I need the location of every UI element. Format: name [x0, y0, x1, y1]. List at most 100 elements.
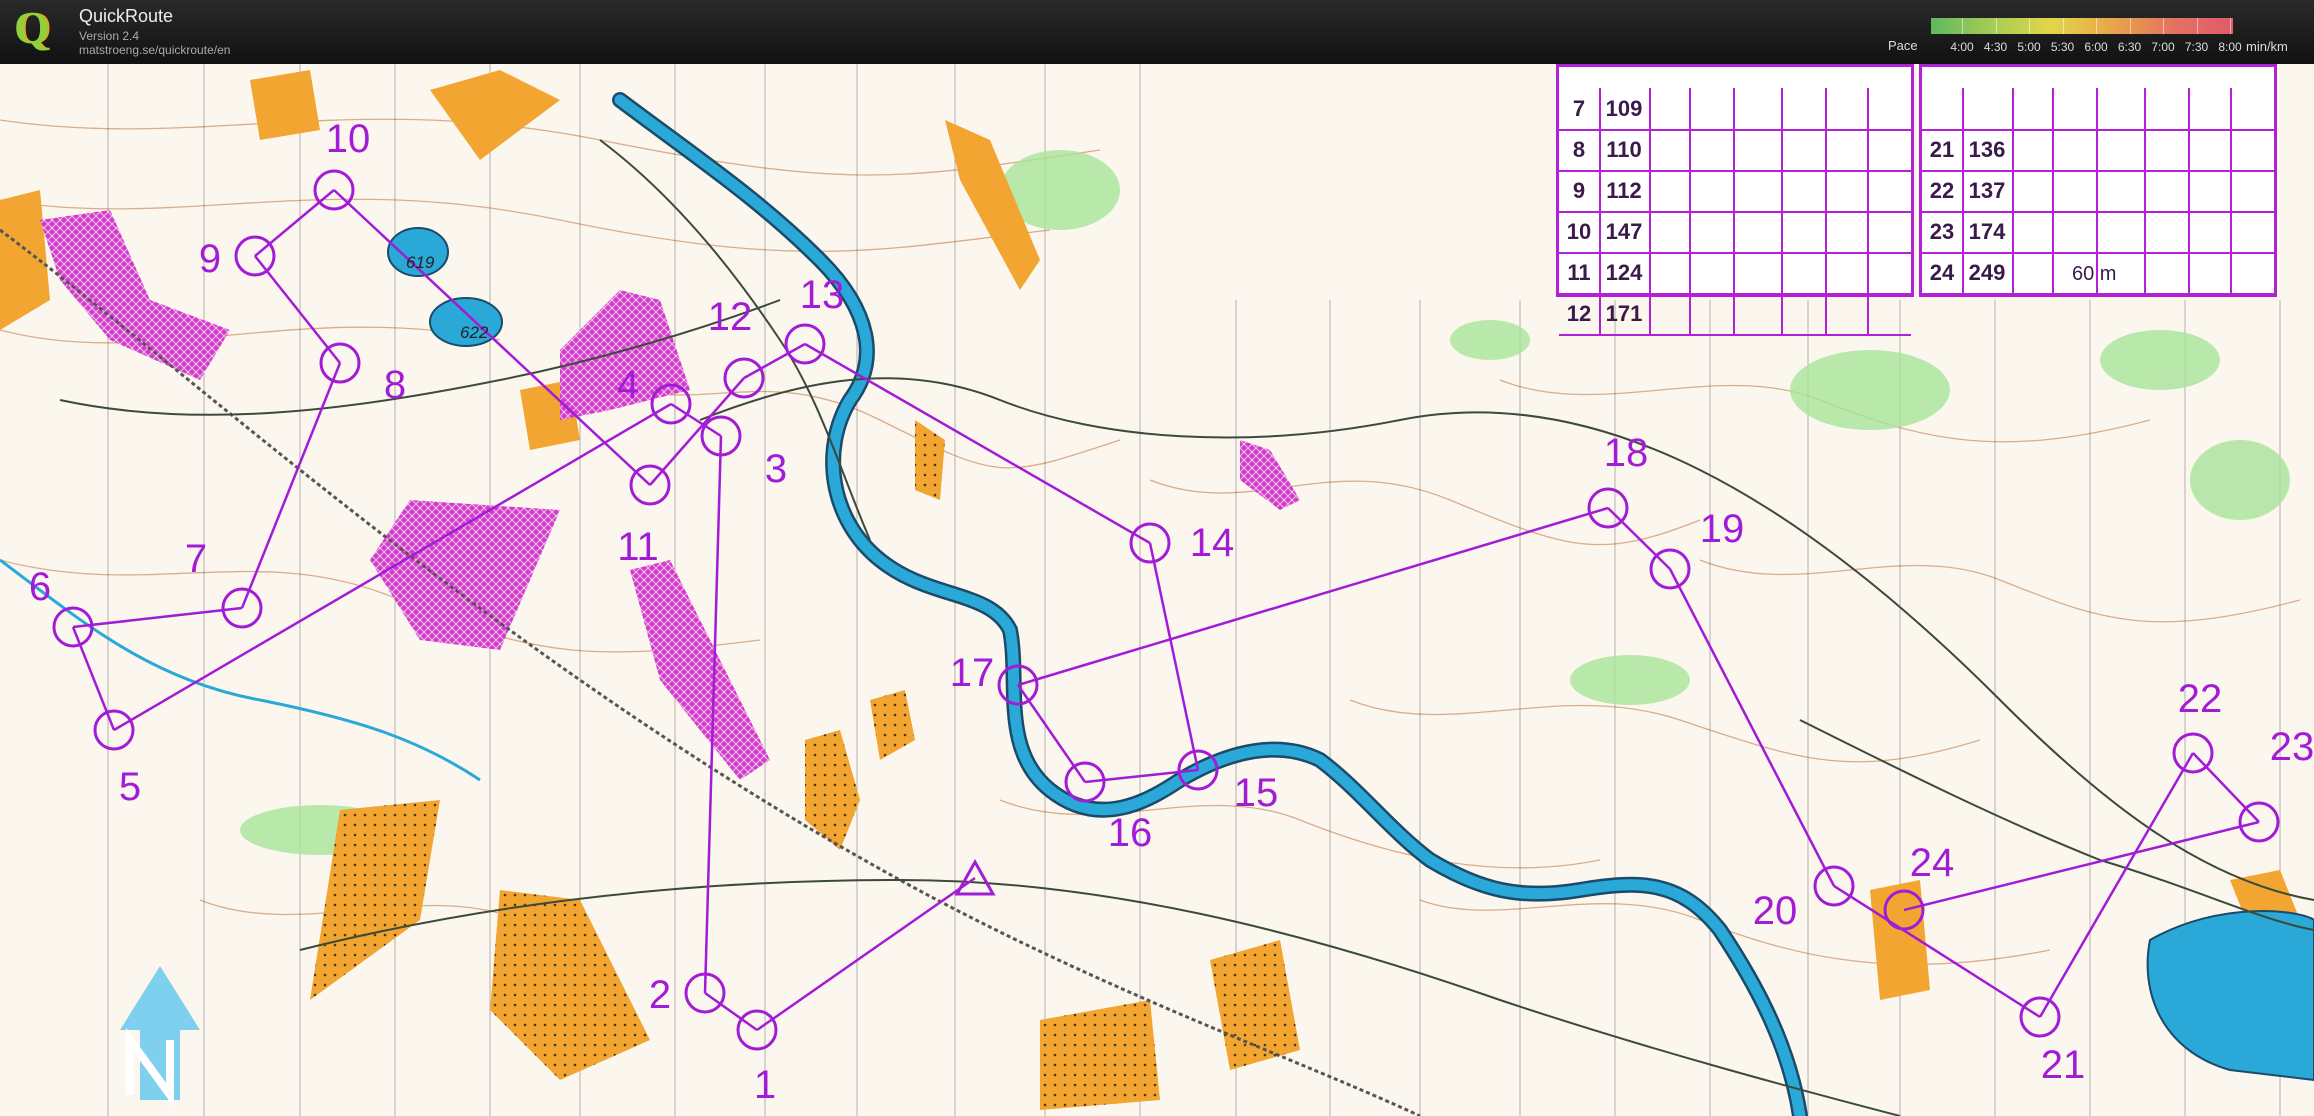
pace-tick-0: 4:00	[1950, 40, 1974, 54]
pace-scale-tick	[1995, 18, 1997, 34]
control-description-number: 24	[1922, 252, 1964, 293]
control-number-1: 1	[754, 1063, 776, 1107]
control-description-row: 11 124	[1559, 252, 1911, 295]
control-description-number	[1922, 88, 1964, 129]
control-description-symbol-cell	[2014, 211, 2054, 252]
control-number-11: 11	[617, 525, 659, 569]
control-description-sheet-right: 60 m 21 136 22 137 23 174 24 249	[1919, 64, 2277, 297]
control-description-row: 8 110	[1559, 129, 1911, 172]
control-description-symbol-cell	[1691, 252, 1735, 293]
control-description-symbol-cell	[2014, 252, 2054, 293]
control-number-12: 12	[708, 295, 753, 339]
control-description-symbol-cell	[2146, 88, 2190, 129]
spot-height-622: 622	[460, 323, 489, 342]
control-description-symbol-cell	[1651, 88, 1691, 129]
pace-tick-1: 4:30	[1983, 40, 2008, 54]
pace-tick-6: 7:00	[2151, 40, 2175, 54]
control-number-14: 14	[1190, 521, 1235, 565]
control-description-row: 7 109	[1559, 88, 1911, 131]
control-description-code: 109	[1599, 88, 1651, 129]
control-description-symbol-cell	[1739, 252, 1783, 293]
control-description-symbol-cell	[1651, 129, 1691, 170]
pace-scale-tick	[2096, 18, 2097, 34]
control-description-row: 9 112	[1559, 170, 1911, 213]
control-description-code: 136	[1962, 129, 2014, 170]
control-description-code: 124	[1599, 252, 1651, 293]
north-arrow-icon	[120, 966, 200, 1108]
control-description-number: 11	[1559, 252, 1601, 293]
quickroute-logo-icon: Q	[14, 2, 50, 53]
control-description-symbol-cell	[1739, 211, 1783, 252]
control-description-symbol-cell	[1827, 170, 1869, 211]
control-description-symbol-cell	[2014, 88, 2054, 129]
control-description-symbol-cell	[2014, 129, 2054, 170]
pace-tick-4: 6:00	[2084, 40, 2108, 54]
control-number-3: 3	[765, 447, 787, 491]
control-number-20: 20	[1753, 889, 1798, 933]
title-bar: Q QuickRoute Version 2.4 matstroeng.se/q…	[0, 0, 2314, 64]
pace-scale-tick	[2230, 18, 2231, 34]
control-description-symbol-cell	[1783, 88, 1827, 129]
control-description-symbol-cell	[2054, 88, 2098, 129]
pace-scale-tick	[2029, 18, 2030, 34]
control-description-row: 24 249	[1922, 252, 2274, 295]
pace-scale-tick	[2062, 18, 2064, 34]
control-description-symbol-cell	[2190, 211, 2232, 252]
control-description-code: 137	[1962, 170, 2014, 211]
orienteering-map[interactable]: 1 2 3 4 5 6 7 8 9 10 11 12 13 14 15 16 17 18 19 20 21 22 23 24 …	[0, 64, 2314, 1116]
pace-tick-3: 5:30	[2050, 40, 2075, 54]
control-description-symbol-cell	[2190, 129, 2232, 170]
control-description-symbol-cell	[1783, 170, 1827, 211]
app-version: Version 2.4	[79, 29, 140, 43]
control-description-symbol-cell	[1651, 170, 1691, 211]
control-description-symbol-cell	[2190, 88, 2232, 129]
control-description-symbol-cell	[2146, 170, 2190, 211]
control-description-symbol-cell	[1739, 170, 1783, 211]
control-number-6: 6	[29, 565, 51, 609]
control-description-symbol-cell	[1827, 252, 1869, 293]
control-description-code	[1962, 88, 2014, 129]
control-description-symbol-cell	[1783, 293, 1827, 334]
control-description-symbol-cell	[1827, 211, 1869, 252]
control-description-number: 22	[1922, 170, 1964, 211]
control-number-19: 19	[1700, 507, 1745, 551]
control-description-row: 21 136	[1922, 129, 2274, 172]
control-description-code: 147	[1599, 211, 1651, 252]
control-description-symbol-cell	[1783, 129, 1827, 170]
control-description-number: 12	[1559, 293, 1601, 334]
spot-height-619: 619	[406, 253, 435, 272]
pace-tick-7: 7:30	[2184, 40, 2209, 54]
control-description-symbol-cell	[2146, 129, 2190, 170]
control-description-symbol-cell	[1691, 170, 1735, 211]
control-description-row: 23 174	[1922, 211, 2274, 254]
control-description-symbol-cell	[2102, 252, 2146, 293]
control-description-symbol-cell	[2190, 170, 2232, 211]
control-description-code: 249	[1962, 252, 2014, 293]
control-description-row: 12 171	[1559, 293, 1911, 336]
control-description-number: 8	[1559, 129, 1601, 170]
control-description-symbol-cell	[1739, 293, 1783, 334]
control-description-symbol-cell	[1739, 88, 1783, 129]
control-description-symbol-cell	[2102, 88, 2146, 129]
control-number-9: 9	[199, 237, 221, 281]
control-description-symbol-cell	[2054, 170, 2098, 211]
control-description-sheet-left: 7 109 8 110 9 112 10 147 11 124 12 171	[1556, 64, 1914, 336]
control-description-number: 7	[1559, 88, 1601, 129]
control-number-17: 17	[950, 651, 995, 695]
control-description-symbol-cell	[1739, 129, 1783, 170]
control-description-number: 9	[1559, 170, 1601, 211]
control-description-symbol-cell	[2014, 170, 2054, 211]
control-number-4: 4	[617, 363, 639, 407]
app-url[interactable]: matstroeng.se/quickroute/en	[79, 43, 230, 57]
control-description-number: 23	[1922, 211, 1964, 252]
control-number-8: 8	[384, 363, 406, 407]
control-description-symbol-cell	[2146, 252, 2190, 293]
pace-tick-8: 8:00	[2218, 40, 2242, 54]
control-description-code: 112	[1599, 170, 1651, 211]
control-description-code: 110	[1599, 129, 1651, 170]
control-number-7: 7	[185, 537, 207, 581]
control-number-23: 23	[2270, 725, 2314, 769]
control-description-symbol-cell	[2190, 252, 2232, 293]
control-number-5: 5	[119, 765, 141, 809]
control-description-number: 21	[1922, 129, 1964, 170]
